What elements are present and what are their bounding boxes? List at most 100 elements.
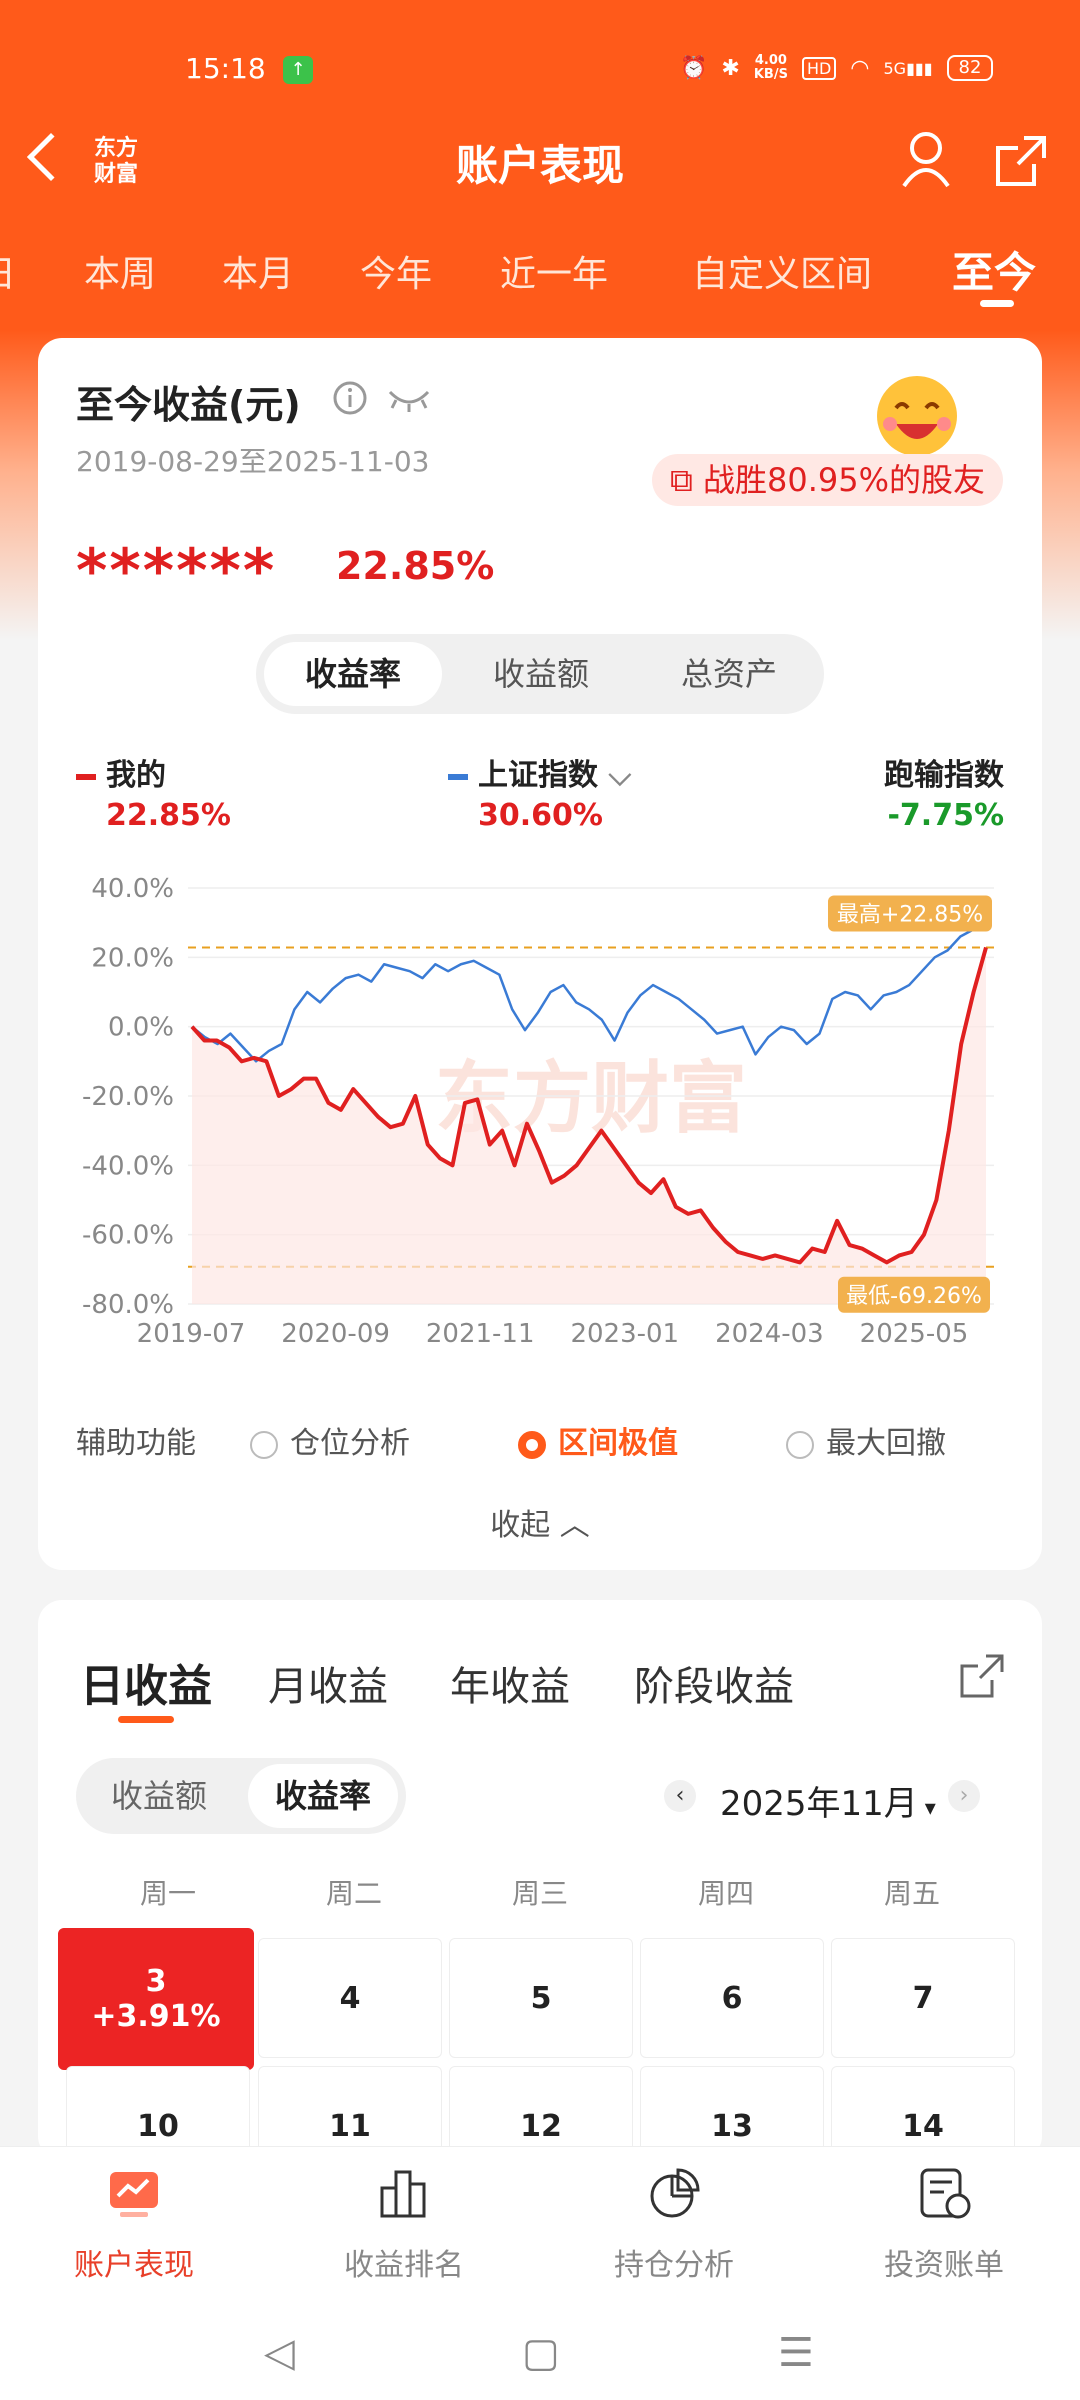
legend-swatch [76,773,96,780]
y-tick-label: -20.0% [82,1082,174,1112]
y-tick-label: 20.0% [91,943,174,973]
beat-badge[interactable]: ⧉ 战胜80.95%的股友 [652,454,1004,506]
option-range-extreme[interactable]: 区间极值 [518,1418,678,1462]
chevron-up-icon: ︿ [550,1508,590,1543]
weekday-mon: 周一 [139,1877,196,1910]
signal-icon: 5G▮▮▮ [883,58,933,78]
smiley-mascot-icon [877,376,957,456]
info-icon[interactable] [332,380,368,416]
alarm-icon: ⏰ [680,55,708,81]
tab-indicator [980,300,1014,307]
tab-yearly-returns[interactable]: 年收益 [450,1654,570,1712]
radio-icon [250,1430,278,1459]
x-tick-label: 2021-11 [426,1319,535,1349]
x-tick-label: 2023-01 [570,1319,679,1349]
max-label: 最高+22.85% [837,902,983,927]
min-label: 最低-69.26% [846,1284,982,1309]
return-chart[interactable]: 东方财富40.0%20.0%0.0%-20.0%-40.0%-60.0%-80.… [38,860,1042,1360]
tab-year[interactable]: 今年 [360,245,432,297]
trend-chart-icon [110,2172,158,2217]
legend-index-value: 30.60% [478,798,603,833]
collapse-button[interactable]: 收起 ︿ [0,1500,1080,1544]
x-tick-label: 2020-09 [281,1319,390,1349]
next-month-button[interactable]: › [948,1780,980,1812]
return-rate: 22.85% [336,544,495,588]
tab-monthly-returns[interactable]: 月收益 [268,1654,388,1712]
tab-to-date[interactable]: 至今 [952,239,1036,300]
option-max-drawdown[interactable]: 最大回撤 [786,1418,946,1462]
tab-last-year[interactable]: 近一年 [500,245,608,297]
radio-selected-icon [518,1430,546,1459]
system-menu-icon[interactable]: ☰ [778,2330,814,2376]
tab-week[interactable]: 本周 [84,245,156,297]
x-tick-label: 2024-03 [715,1319,824,1349]
masked-amount: ****** [76,536,277,606]
metric-toggle: 收益率 收益额 总资产 [256,634,824,714]
share-icon[interactable] [958,1652,1006,1700]
weekday-tue: 周二 [325,1877,382,1910]
y-tick-label: -40.0% [82,1151,174,1181]
legend-underperform: 跑输指数 [884,758,1004,793]
prev-month-button[interactable]: ‹ [664,1780,696,1812]
toggle-total-assets[interactable]: 总资产 [640,642,818,706]
legend-index[interactable]: 上证指数 ⌵ [448,750,631,794]
notification-icon: ↑ [283,56,313,84]
profile-icon[interactable] [900,130,956,190]
y-tick-label: -80.0% [82,1290,174,1320]
returns-tab-indicator [118,1716,174,1723]
tab-stage-returns[interactable]: 阶段收益 [634,1654,794,1712]
month-selector[interactable]: 2025年11月 ▾ [720,1776,936,1825]
share-icon[interactable] [994,134,1048,188]
period-tabs: 日 本周 本月 今年 近一年 自定义区间 至今 [0,245,1080,305]
bill-icon [920,2168,971,2219]
chevron-down-icon: ⌵ [598,758,632,793]
nav-account-performance[interactable]: 账户表现 [34,2240,234,2284]
calendar-day[interactable]: 6 [640,1938,824,2058]
nav-return-ranking[interactable]: 收益排名 [304,2240,504,2284]
pie-chart-icon [650,2168,700,2218]
weekday-wed: 周三 [511,1877,568,1910]
weekday-fri: 周五 [883,1877,940,1910]
x-tick-label: 2019-07 [137,1319,246,1349]
aux-label: 辅助功能 [76,1426,196,1461]
tab-daily-returns[interactable]: 日收益 [80,1650,212,1714]
status-time: 15:18 [185,52,266,85]
calendar-day[interactable]: 4 [258,1938,442,2058]
toggle-return-rate[interactable]: 收益率 [264,642,442,706]
calendar-day[interactable]: 7 [831,1938,1015,2058]
radio-icon [786,1430,814,1459]
y-tick-label: 40.0% [91,874,174,904]
toggle-return-amount[interactable]: 收益额 [452,642,630,706]
bluetooth-icon: ✱ [721,55,740,81]
tab-month[interactable]: 本月 [222,245,294,297]
tab-custom-range[interactable]: 自定义区间 [692,245,872,297]
bar-chart-icon [380,2170,426,2218]
y-tick-label: -60.0% [82,1221,174,1251]
system-back-icon[interactable]: ◁ [264,2330,295,2376]
battery-icon: 82 [946,55,994,81]
legend-swatch [448,773,468,780]
system-home-icon[interactable]: ▢ [522,2330,560,2376]
toggle-rate[interactable]: 收益率 [248,1764,398,1828]
y-tick-label: 0.0% [108,1013,174,1043]
legend-mine-value: 22.85% [106,798,231,833]
eye-closed-icon[interactable] [386,380,432,416]
option-position-analysis[interactable]: 仓位分析 [250,1418,410,1462]
wifi-icon: ◠ [850,55,870,81]
status-icons: ⏰ ✱ 4.00 KB/S HD ◠ 5G▮▮▮ 82 [680,48,994,88]
nav-holdings-analysis[interactable]: 持仓分析 [574,2240,774,2284]
caret-down-icon: ▾ [917,1796,936,1821]
summary-title: 至今收益(元) [76,383,301,427]
series-line-index [191,919,987,1063]
x-tick-label: 2025-05 [860,1319,969,1349]
hd-icon: HD [801,56,837,80]
toggle-amount[interactable]: 收益额 [84,1764,234,1828]
legend-underperform-value: -7.75% [887,798,1004,833]
returns-toggle: 收益额 收益率 [76,1758,406,1834]
calendar-day[interactable]: 3 +3.91% [58,1928,254,2070]
calendar-day[interactable]: 5 [449,1938,633,2058]
nav-investment-bill[interactable]: 投资账单 [844,2240,1044,2284]
tab-day[interactable]: 日 [0,245,16,297]
legend-mine: 我的 [76,750,166,794]
network-speed: 4.00 KB/S [753,53,788,82]
